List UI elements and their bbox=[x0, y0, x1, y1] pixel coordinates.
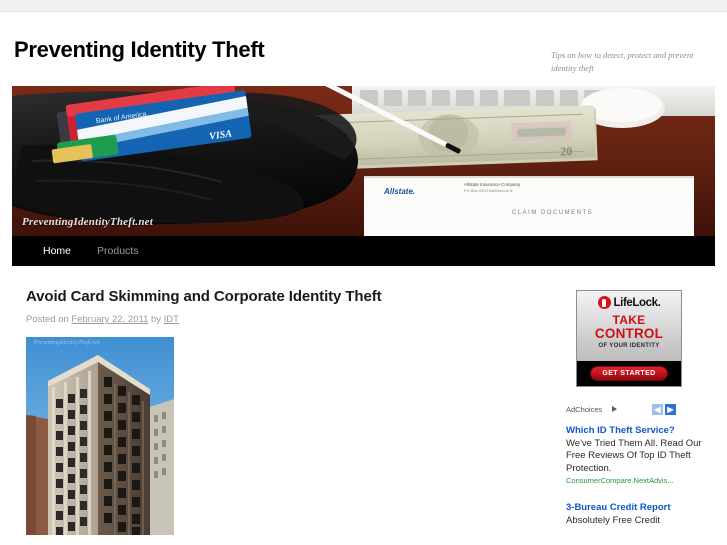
ad-prev-button[interactable]: ◀ bbox=[652, 404, 663, 415]
featured-image-watermark: PreventingIdentityTheft.net bbox=[34, 340, 100, 346]
nav-list: Home Products bbox=[30, 236, 151, 266]
page-root: Preventing Identity Theft Tips on how to… bbox=[0, 0, 727, 545]
svg-text:PO Box 0000 Northbrook IL: PO Box 0000 Northbrook IL bbox=[464, 188, 514, 193]
post-meta-prefix: Posted on bbox=[26, 314, 72, 325]
post-date-link[interactable]: February 22, 2011 bbox=[71, 314, 148, 325]
lifelock-headline-line1: TAKE bbox=[612, 313, 646, 327]
post-meta: Posted on February 22, 2011 by IDT bbox=[26, 314, 526, 325]
text-ad-2-body: Absolutely Free Credit bbox=[566, 514, 660, 526]
svg-text:Allstate Insurance Company: Allstate Insurance Company bbox=[464, 182, 521, 187]
sidebar: LifeLock. TAKE CONTROL OF YOUR IDENTITY … bbox=[566, 290, 716, 527]
site-header: Preventing Identity Theft Tips on how to… bbox=[0, 12, 727, 85]
lifelock-headline-line3: OF YOUR IDENTITY bbox=[598, 343, 660, 349]
svg-text:20: 20 bbox=[560, 144, 572, 158]
ad-next-button[interactable]: ▶ bbox=[665, 404, 676, 415]
post-author-link[interactable]: IDT bbox=[164, 314, 179, 325]
lifelock-ad-upper: LifeLock. TAKE CONTROL OF YOUR IDENTITY bbox=[577, 291, 681, 361]
adchoices-triangle-icon[interactable] bbox=[612, 406, 617, 412]
main-content: Avoid Card Skimming and Corporate Identi… bbox=[26, 288, 526, 535]
text-ad-1-body: We've Tried Them All. Read Our Free Revi… bbox=[566, 438, 702, 474]
post-featured-image: PreventingIdentityTheft.net bbox=[26, 337, 174, 535]
ad-separator bbox=[566, 486, 716, 495]
building-photo-artwork bbox=[26, 337, 174, 535]
text-ad-2: 3-Bureau Credit Report Absolutely Free C… bbox=[566, 502, 716, 527]
lifelock-banner-ad[interactable]: LifeLock. TAKE CONTROL OF YOUR IDENTITY … bbox=[576, 290, 682, 387]
lifelock-get-started-button[interactable]: GET STARTED bbox=[590, 366, 668, 381]
ad-pager: ◀ ▶ bbox=[652, 404, 676, 415]
svg-text:CLAIM DOCUMENTS: CLAIM DOCUMENTS bbox=[512, 210, 593, 216]
svg-text:Allstate.: Allstate. bbox=[383, 187, 415, 196]
post-title[interactable]: Avoid Card Skimming and Corporate Identi… bbox=[26, 288, 526, 305]
banner-watermark: PreventingIdentityTheft.net bbox=[22, 216, 153, 228]
nav-item-home[interactable]: Home bbox=[30, 236, 84, 266]
primary-navigation: Home Products bbox=[12, 236, 715, 266]
browser-top-strip bbox=[0, 0, 727, 12]
header-banner-image: 20 Bank of America VISA Allstate. Allsta… bbox=[12, 86, 715, 236]
post-meta-by: by bbox=[148, 314, 164, 325]
lifelock-brand-name: LifeLock. bbox=[613, 296, 661, 309]
text-ad-1-url[interactable]: ConsumerCompare.NextAdvis... bbox=[566, 476, 716, 486]
site-description: Tips on how to detect, protect and preve… bbox=[551, 50, 694, 73]
nav-item-products[interactable]: Products bbox=[84, 236, 151, 266]
lifelock-headline-line2: CONTROL bbox=[594, 326, 664, 341]
text-ad-2-headline[interactable]: 3-Bureau Credit Report bbox=[566, 502, 716, 514]
lifelock-logo-icon bbox=[597, 296, 611, 309]
site-title[interactable]: Preventing Identity Theft bbox=[14, 37, 265, 63]
adchoices-label[interactable]: AdChoices bbox=[566, 405, 602, 414]
banner-artwork: 20 Bank of America VISA Allstate. Allsta… bbox=[12, 86, 715, 236]
lifelock-brand-row: LifeLock. bbox=[577, 291, 681, 309]
text-ad-1-headline[interactable]: Which ID Theft Service? bbox=[566, 425, 716, 437]
adchoices-row: AdChoices ◀ ▶ bbox=[566, 404, 716, 418]
lifelock-ad-lower: GET STARTED bbox=[577, 361, 681, 386]
text-ad-1: Which ID Theft Service? We've Tried Them… bbox=[566, 425, 716, 486]
